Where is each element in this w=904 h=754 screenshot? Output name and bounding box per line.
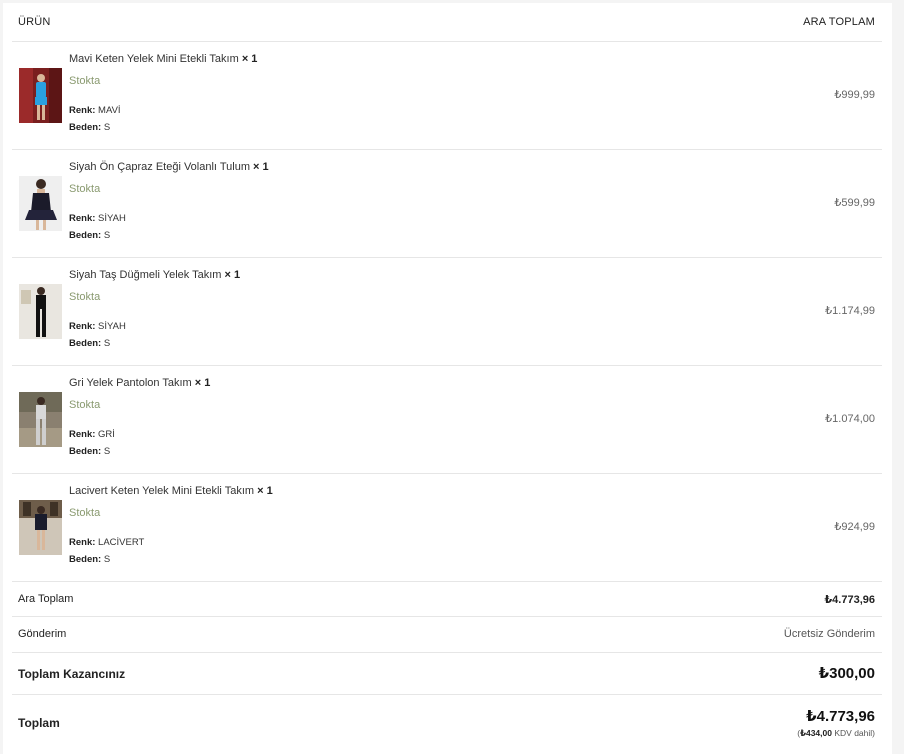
color-label: Renk: [69, 213, 96, 224]
product-attributes: Renk: SİYAH Beden: S [69, 318, 240, 352]
color-value: MAVİ [98, 105, 121, 116]
shipping-value: Ücretsiz Gönderim [783, 628, 875, 640]
cart-item: Lacivert Keten Yelek Mini Etekli Takım ×… [12, 474, 882, 582]
product-name: Gri Yelek Pantolon Takım [69, 377, 192, 389]
size-value: S [103, 446, 111, 457]
color-value: GRİ [98, 429, 115, 440]
savings-label: Toplam Kazancınız [18, 667, 126, 681]
stock-status: Stokta [69, 183, 101, 195]
product-name: Siyah Taş Düğmeli Yelek Takım [69, 269, 222, 281]
product-name: Mavi Keten Yelek Mini Etekli Takım [69, 53, 239, 65]
subtotal-label: Ara Toplam [18, 593, 74, 605]
size-label: Beden: [69, 446, 102, 457]
product-attributes: Renk: MAVİ Beden: S [69, 102, 257, 136]
product-quantity: × 1 [224, 269, 241, 281]
product-thumbnail [19, 68, 62, 123]
product-name: Siyah Ön Çapraz Eteği Volanlı Tulum [69, 161, 250, 173]
total-value: ₺4.773,96 [806, 708, 875, 725]
color-value: LACİVERT [98, 537, 145, 548]
cart-item: Gri Yelek Pantolon Takım × 1 Stokta Renk… [12, 366, 882, 474]
size-label: Beden: [69, 338, 102, 349]
savings-value: ₺300,00 [818, 665, 875, 682]
product-quantity: × 1 [257, 485, 273, 497]
tax-value: ₺434,00 [800, 728, 832, 738]
color-label: Renk: [69, 429, 96, 440]
subtotal-value: ₺4.773,96 [824, 594, 875, 606]
size-value: S [103, 122, 111, 133]
product-thumbnail [19, 176, 62, 231]
total-row: Toplam ₺4.773,96 (₺434,00 KDV dahil) [12, 695, 882, 751]
color-value: SİYAH [98, 321, 126, 332]
shipping-label: Gönderim [18, 628, 67, 640]
shipping-row: Gönderim Ücretsiz Gönderim [12, 617, 882, 653]
item-price: ₺999,99 [834, 89, 875, 101]
size-label: Beden: [69, 554, 102, 565]
tax-note-text: KDV dahil) [834, 728, 875, 738]
stock-status: Stokta [69, 507, 101, 519]
stock-status: Stokta [69, 75, 101, 87]
subtotal-row: Ara Toplam ₺4.773,96 [12, 582, 882, 617]
size-label: Beden: [69, 230, 102, 241]
size-label: Beden: [69, 122, 102, 133]
product-attributes: Renk: SİYAH Beden: S [69, 210, 269, 244]
stock-status: Stokta [69, 291, 101, 303]
tax-note: (₺434,00 KDV dahil) [797, 728, 875, 739]
stock-status: Stokta [69, 399, 101, 411]
product-thumbnail [19, 284, 62, 339]
product-quantity: × 1 [253, 161, 269, 173]
cart-item: Siyah Taş Düğmeli Yelek Takım × 1 Stokta… [12, 258, 882, 366]
product-column-header: ÜRÜN [18, 16, 51, 28]
product-quantity: × 1 [194, 377, 211, 389]
item-price: ₺1.074,00 [825, 413, 875, 425]
table-header: ÜRÜN ARA TOPLAM [12, 3, 882, 42]
size-value: S [103, 230, 111, 241]
color-label: Renk: [69, 321, 96, 332]
color-label: Renk: [69, 105, 96, 116]
item-price: ₺1.174,99 [825, 305, 875, 317]
subtotal-column-header: ARA TOPLAM [803, 16, 875, 28]
color-value: SİYAH [98, 213, 126, 224]
cart-item: Mavi Keten Yelek Mini Etekli Takım × 1 S… [12, 42, 882, 150]
product-attributes: Renk: LACİVERT Beden: S [69, 534, 273, 568]
size-value: S [103, 554, 111, 565]
item-price: ₺924,99 [834, 521, 875, 533]
item-price: ₺599,99 [834, 197, 875, 209]
order-summary-table: ÜRÜN ARA TOPLAM Mavi Keten Yelek Mini Et… [12, 3, 882, 751]
savings-row: Toplam Kazancınız ₺300,00 [12, 653, 882, 695]
product-attributes: Renk: GRİ Beden: S [69, 426, 210, 460]
order-review-panel: ÜRÜN ARA TOPLAM Mavi Keten Yelek Mini Et… [3, 3, 892, 754]
color-label: Renk: [69, 537, 96, 548]
cart-item: Siyah Ön Çapraz Eteği Volanlı Tulum × 1 … [12, 150, 882, 258]
product-name: Lacivert Keten Yelek Mini Etekli Takım [69, 485, 255, 497]
product-quantity: × 1 [241, 53, 258, 65]
product-thumbnail [19, 392, 62, 447]
size-value: S [103, 338, 111, 349]
total-label: Toplam [18, 716, 60, 730]
product-thumbnail [19, 500, 62, 555]
